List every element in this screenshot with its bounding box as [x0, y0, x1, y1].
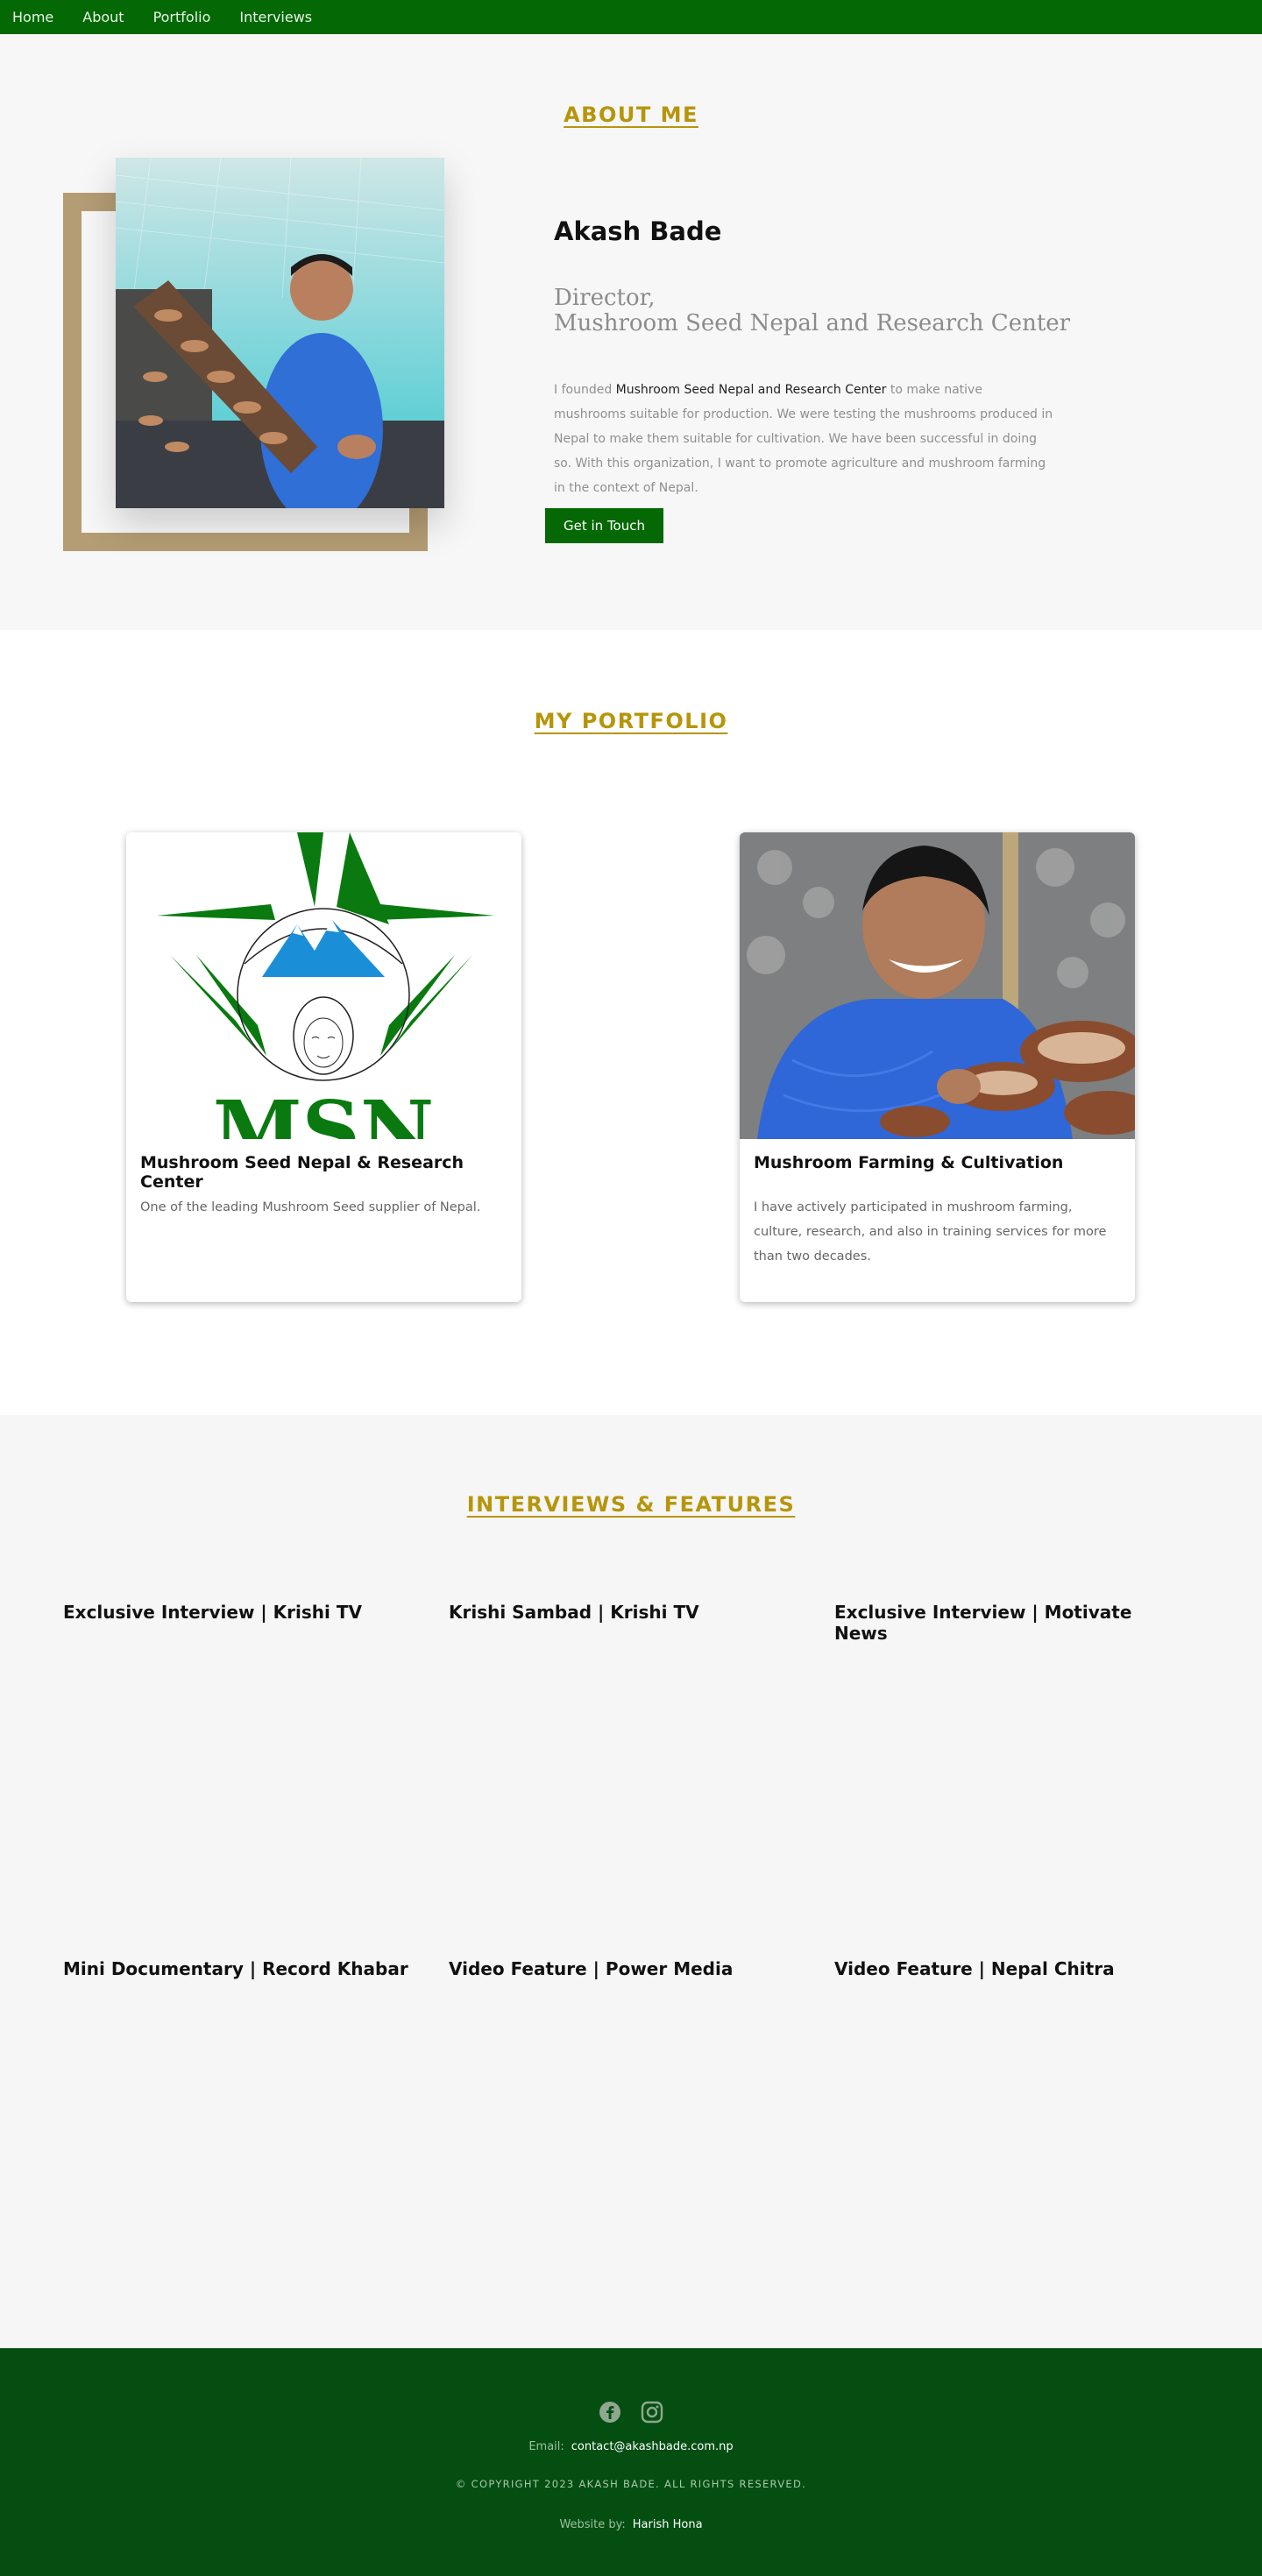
video-item[interactable]: Krishi Sambad | Krishi TV	[449, 1602, 799, 1623]
mushroom-farming-photo	[740, 832, 1135, 1139]
bio-suffix: to make native mushrooms suitable for pr…	[554, 383, 1053, 495]
profile-photo	[116, 158, 444, 508]
credit-link[interactable]: Harish Hona	[633, 2518, 703, 2531]
msn-logo-image: MSN	[126, 832, 521, 1139]
portfolio-section-title: MY PORTFOLIO	[534, 709, 728, 733]
video-item[interactable]: Exclusive Interview | Krishi TV	[63, 1602, 414, 1623]
social-links	[0, 2401, 1262, 2424]
msn-logo-text: MSN	[213, 1083, 434, 1139]
portfolio-card-title: Mushroom Farming & Cultivation	[754, 1153, 1064, 1172]
instagram-icon[interactable]	[641, 2401, 663, 2424]
video-title: Video Feature | Nepal Chitra	[834, 1958, 1115, 1979]
facebook-icon[interactable]	[599, 2401, 621, 2424]
site-footer: Email: contact@akashbade.com.np © COPYRIG…	[0, 2348, 1262, 2576]
bio-prefix: I founded	[554, 383, 616, 397]
interviews-section-title: INTERVIEWS & FEATURES	[466, 1492, 796, 1517]
profile-role: Director, Mushroom Seed Nepal and Resear…	[554, 286, 1167, 336]
portfolio-section: MY PORTFOLIO MSN Mushroom Seed Nepal & R…	[0, 630, 1262, 1415]
video-title: Exclusive Interview | Krishi TV	[63, 1602, 362, 1623]
profile-bio: I founded Mushroom Seed Nepal and Resear…	[554, 378, 1053, 500]
top-navbar: Home About Portfolio Interviews	[0, 0, 1262, 34]
portfolio-card-title: Mushroom Seed Nepal & Research Center	[140, 1153, 464, 1192]
video-title: Mini Documentary | Record Khabar	[63, 1958, 408, 1979]
credit-label: Website by:	[559, 2518, 626, 2531]
nav-link-portfolio[interactable]: Portfolio	[153, 9, 211, 25]
footer-credit: Website by: Harish Hona	[0, 2518, 1262, 2531]
about-section: ABOUT ME Akash Bade Director, Mushroom S…	[0, 34, 1262, 630]
nav-link-home[interactable]: Home	[12, 9, 53, 25]
interviews-section: INTERVIEWS & FEATURES Exclusive Intervie…	[0, 1415, 1262, 2348]
copyright-text: © COPYRIGHT 2023 AKASH BADE. ALL RIGHTS …	[455, 2478, 807, 2490]
profile-name: Akash Bade	[554, 216, 722, 246]
video-title: Exclusive Interview | Motivate News	[834, 1602, 1132, 1644]
portfolio-card[interactable]: MSN Mushroom Seed Nepal & Research Cente…	[126, 832, 521, 1302]
video-item[interactable]: Video Feature | Nepal Chitra	[834, 1958, 1185, 1979]
email-label: Email:	[528, 2440, 564, 2453]
portfolio-card-description: I have actively participated in mushroom…	[754, 1200, 1107, 1263]
about-section-title: ABOUT ME	[564, 103, 698, 127]
bio-organization-highlight: Mushroom Seed Nepal and Research Center	[615, 383, 887, 397]
video-title: Krishi Sambad | Krishi TV	[449, 1602, 699, 1623]
video-item[interactable]: Mini Documentary | Record Khabar	[63, 1958, 414, 1979]
video-item[interactable]: Exclusive Interview | Motivate News	[834, 1602, 1185, 1644]
profile-role-title: Director,	[554, 285, 656, 311]
portfolio-card-description: One of the leading Mushroom Seed supplie…	[140, 1200, 481, 1214]
get-in-touch-button[interactable]: Get in Touch	[545, 508, 663, 543]
profile-role-organization: Mushroom Seed Nepal and Research Center	[554, 310, 1071, 336]
video-title: Video Feature | Power Media	[449, 1958, 734, 1979]
video-item[interactable]: Video Feature | Power Media	[449, 1958, 799, 1979]
portfolio-card[interactable]: Mushroom Farming & Cultivation I have ac…	[740, 832, 1135, 1302]
nav-link-about[interactable]: About	[82, 9, 124, 25]
email-link[interactable]: contact@akashbade.com.np	[571, 2440, 734, 2453]
footer-email: Email: contact@akashbade.com.np	[0, 2440, 1262, 2453]
nav-link-interviews[interactable]: Interviews	[239, 9, 312, 25]
